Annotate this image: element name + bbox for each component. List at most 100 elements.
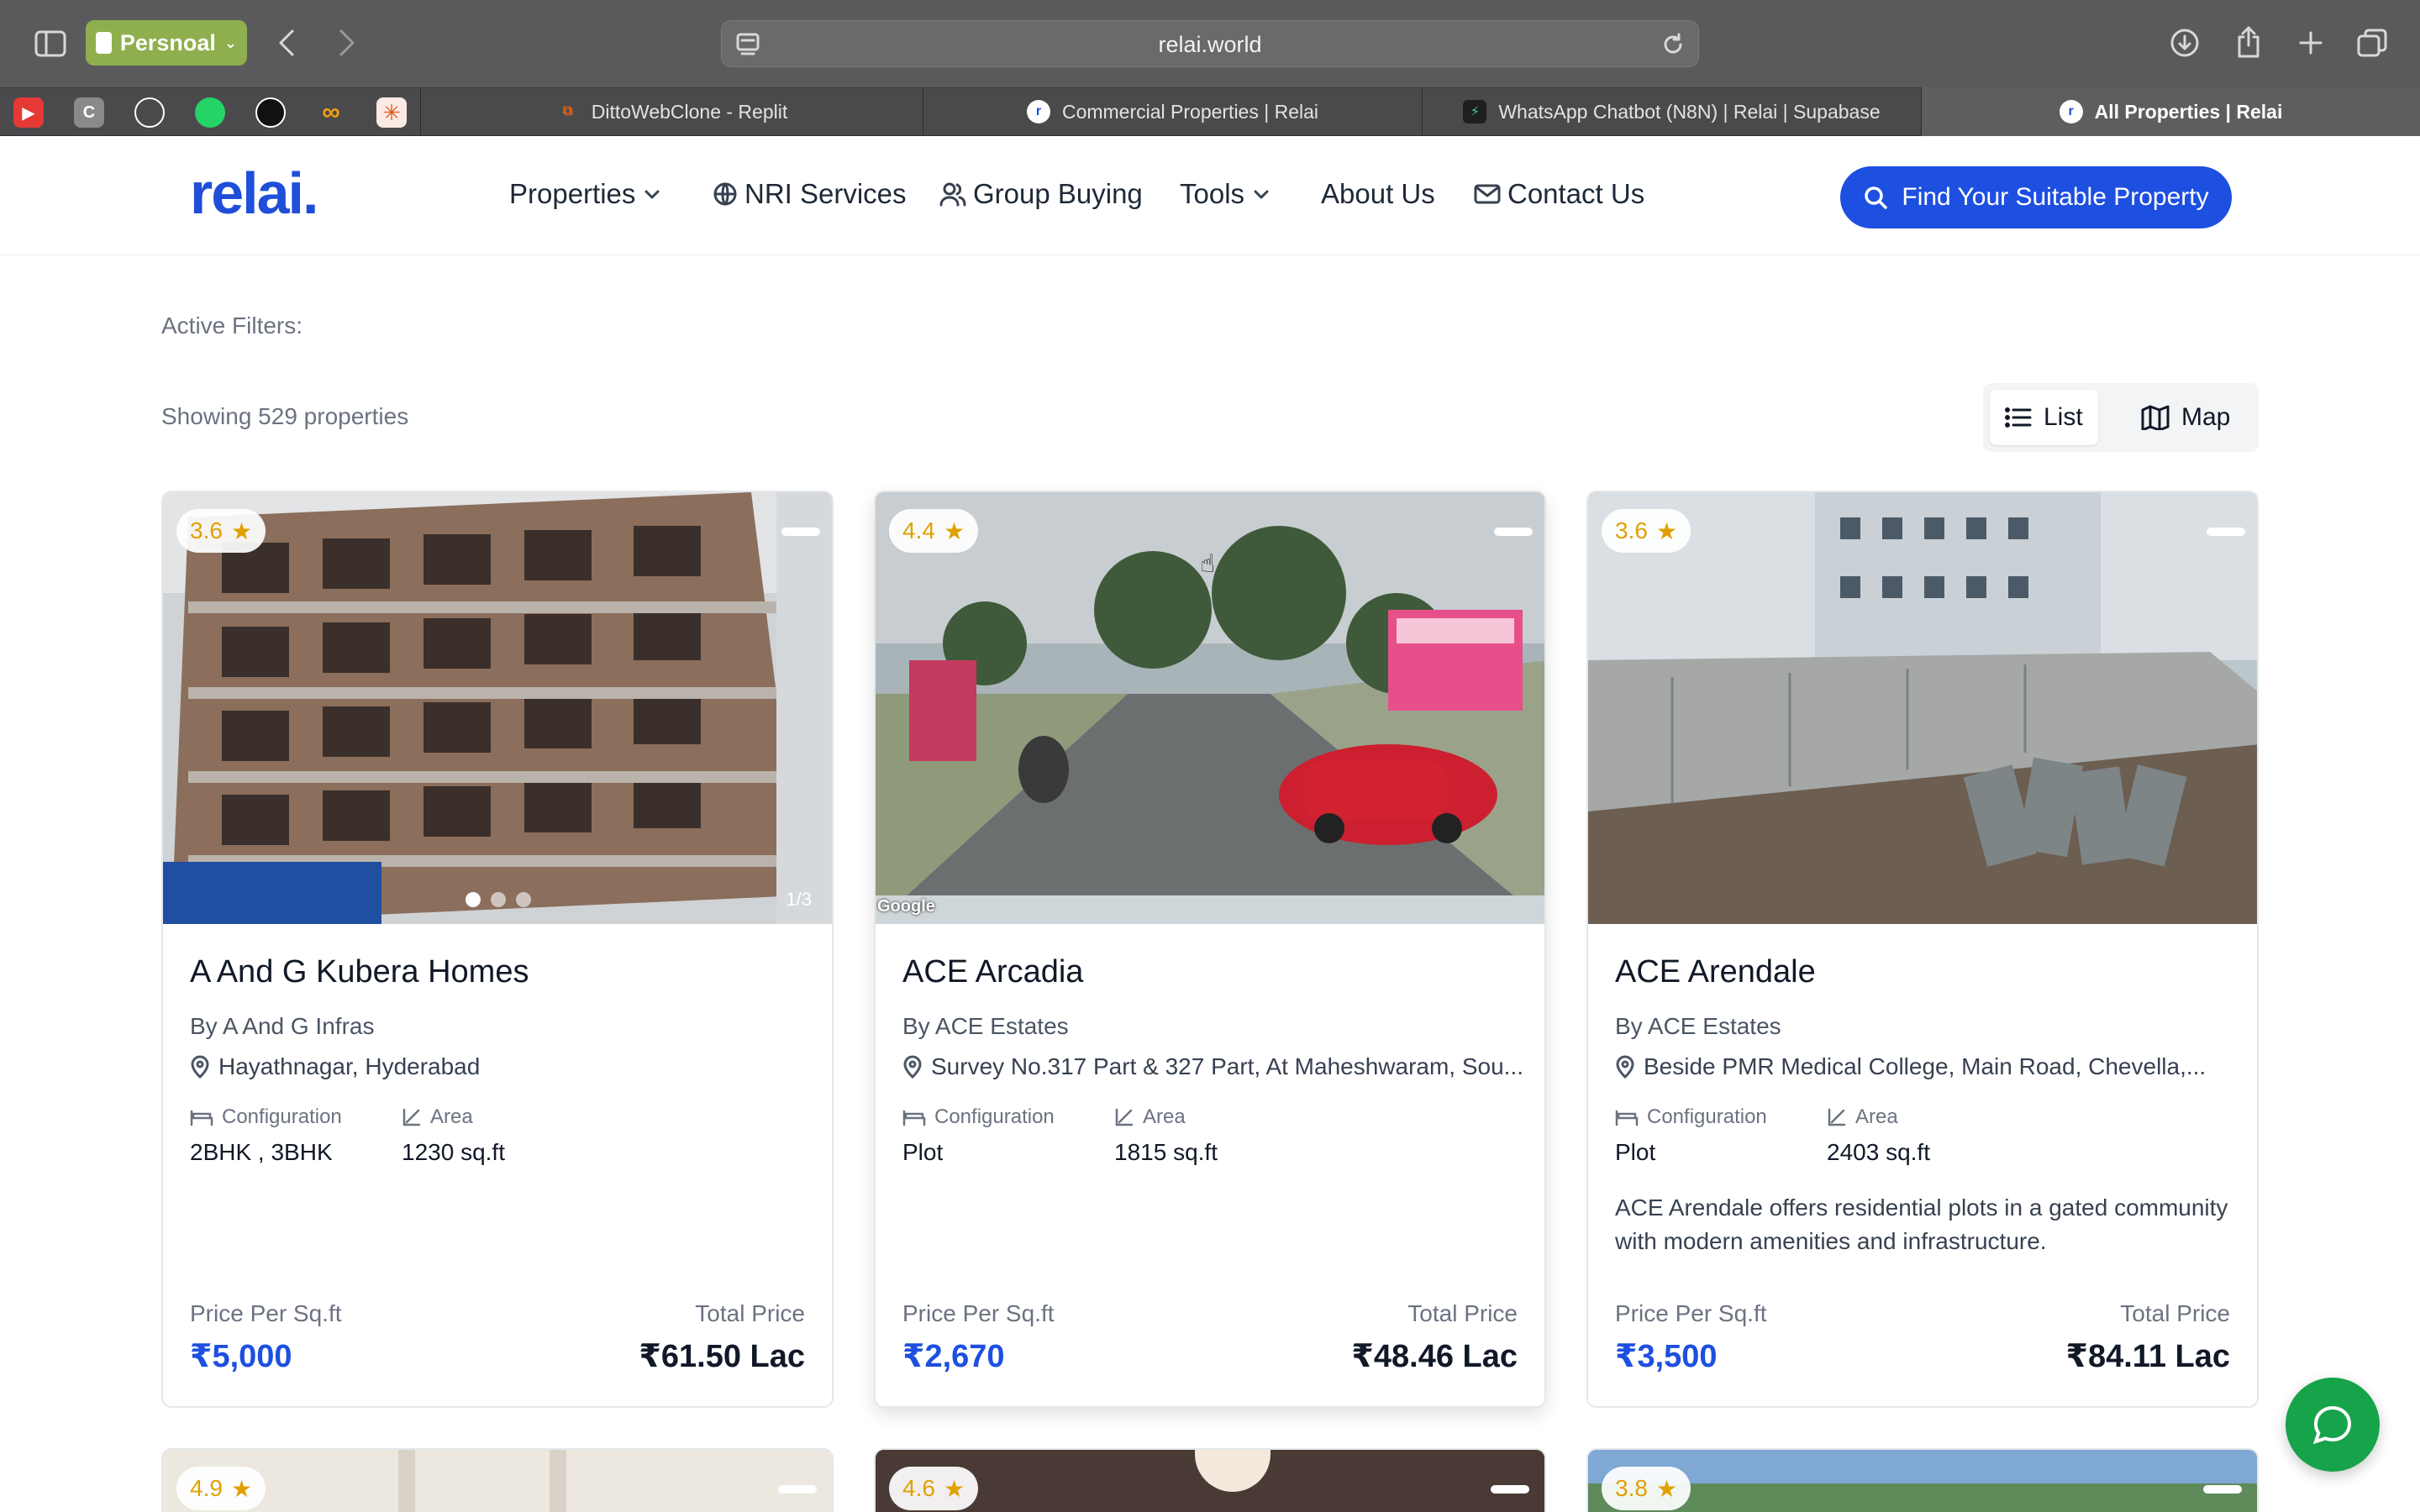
tab-all-properties[interactable]: r All Properties | Relai	[1921, 87, 2420, 136]
nav-contact-us[interactable]: Contact Us	[1474, 178, 1644, 210]
property-image[interactable]: 3.6 ★ 1/3	[163, 492, 832, 924]
c-icon[interactable]: C	[74, 97, 104, 128]
property-card[interactable]: 4.6 ★	[874, 1448, 1546, 1512]
configuration-label: Configuration	[902, 1105, 1055, 1129]
total-price-label: Total Price	[1407, 1300, 1518, 1326]
relai-logo[interactable]: relai.	[190, 160, 318, 227]
tab-commercial-properties[interactable]: r Commercial Properties | Relai	[923, 87, 1422, 136]
rating-value: 3.8	[1615, 1475, 1648, 1501]
relai-favicon: r	[1026, 100, 1050, 123]
area-label: Area	[402, 1105, 473, 1129]
star-icon: ★	[230, 517, 253, 544]
carousel-dot[interactable]	[491, 892, 506, 907]
favorite-indicator[interactable]	[1491, 1485, 1529, 1494]
builder-name: By ACE Estates	[1615, 1013, 1781, 1039]
tab-overview-icon[interactable]	[2354, 25, 2390, 60]
relai-favicon: r	[2059, 100, 2083, 123]
new-tab-icon[interactable]	[2294, 25, 2328, 60]
builder-name: By ACE Estates	[902, 1013, 1069, 1039]
configuration-value: Plot	[902, 1139, 944, 1165]
nav-group-buying[interactable]: Group Buying	[939, 178, 1143, 210]
area-label-text: Area	[430, 1105, 473, 1128]
nav-nri-services[interactable]: NRI Services	[713, 178, 907, 210]
property-image[interactable]: 3.6 ★	[1588, 492, 2257, 924]
price-per-sqft-value: ₹2,670	[902, 1339, 1005, 1374]
nav-about-us[interactable]: About Us	[1321, 178, 1435, 210]
location-text: Hayathnagar, Hyderabad	[218, 1053, 481, 1079]
carousel-dot[interactable]	[516, 892, 531, 907]
favorite-indicator[interactable]	[2203, 1485, 2242, 1494]
profile-icon	[96, 32, 112, 54]
tab-dittowebclone[interactable]: ⧉ DittoWebClone - Replit	[420, 87, 923, 136]
forward-icon[interactable]	[334, 25, 360, 60]
bed-icon	[1615, 1110, 1639, 1126]
nav-tools[interactable]: Tools	[1180, 178, 1271, 210]
area-label: Area	[1114, 1105, 1186, 1129]
find-property-button[interactable]: Find Your Suitable Property	[1840, 166, 2232, 228]
rating-value: 4.6	[902, 1475, 935, 1501]
property-card[interactable]: 4.9 ★	[161, 1448, 834, 1512]
map-pin-icon	[1616, 1055, 1634, 1079]
image-detail	[550, 1450, 566, 1512]
property-title[interactable]: ACE Arendale	[1615, 954, 1816, 990]
list-view-button[interactable]: List	[1990, 390, 2098, 445]
tab-label: Commercial Properties | Relai	[1061, 100, 1319, 123]
property-card[interactable]: 3.6 ★ 1/3 A And G Kubera Homes By A And …	[161, 491, 834, 1408]
whatsapp-icon[interactable]	[195, 97, 225, 128]
nav-properties[interactable]: Properties	[509, 178, 662, 210]
back-icon[interactable]	[274, 25, 299, 60]
property-card[interactable]: 3.6 ★ ACE Arendale By ACE Estates Beside…	[1586, 491, 2259, 1408]
reload-icon[interactable]	[1660, 31, 1686, 58]
property-title[interactable]: ACE Arcadia	[902, 954, 1083, 990]
chevron-down-icon	[1254, 190, 1269, 199]
property-title[interactable]: A And G Kubera Homes	[190, 954, 529, 990]
chat-button[interactable]	[2286, 1378, 2380, 1472]
cursor-hand-icon: ☝	[1200, 550, 1216, 578]
star-icon: ★	[943, 1475, 965, 1502]
map-view-button[interactable]: Map	[2126, 390, 2245, 445]
location-text: Beside PMR Medical College, Main Road, C…	[1644, 1053, 2207, 1079]
star-icon: ★	[1655, 1475, 1678, 1502]
location: Beside PMR Medical College, Main Road, C…	[1615, 1053, 2237, 1080]
star-icon: ★	[230, 1475, 253, 1502]
downloads-icon[interactable]	[2168, 25, 2202, 60]
property-card[interactable]: 3.8 ★	[1586, 1448, 2259, 1512]
nav-label: Group Buying	[973, 178, 1143, 209]
cta-label: Find Your Suitable Property	[1902, 183, 2209, 211]
github-icon[interactable]	[134, 97, 165, 128]
rating-value: 4.9	[190, 1475, 223, 1501]
nav-label: Properties	[509, 178, 636, 209]
sidebar-toggle-icon[interactable]	[34, 29, 67, 59]
profile-label: Persnoal	[119, 29, 216, 55]
price-per-sqft-value: ₹3,500	[1615, 1339, 1718, 1374]
carousel-dot[interactable]	[466, 892, 481, 907]
profile-switcher[interactable]: Persnoal ⌄	[86, 20, 247, 66]
chevron-down-icon: ⌄	[224, 34, 237, 51]
favorite-indicator[interactable]	[781, 528, 820, 536]
configuration-label: Configuration	[190, 1105, 342, 1129]
total-price-label: Total Price	[695, 1300, 805, 1326]
map-label: Map	[2181, 403, 2231, 431]
infinity-icon[interactable]: ∞	[316, 97, 346, 128]
results-count: Showing 529 properties	[161, 403, 409, 429]
favorite-indicator[interactable]	[1494, 528, 1533, 536]
rating-badge: 3.8 ★	[1602, 1467, 1691, 1510]
nav-label: About Us	[1321, 178, 1435, 209]
browser-toolbar: Persnoal ⌄ relai.world	[0, 0, 2420, 87]
star-icon: ★	[1655, 517, 1678, 544]
claude-icon[interactable]: ✳	[376, 97, 407, 128]
configuration-value: Plot	[1615, 1139, 1656, 1165]
tab-label: WhatsApp Chatbot (N8N) | Relai | Supabas…	[1498, 100, 1881, 123]
tab-whatsapp-chatbot[interactable]: ⚡ WhatsApp Chatbot (N8N) | Relai | Supab…	[1422, 87, 1921, 136]
openai-icon[interactable]	[255, 97, 286, 128]
rating-badge: 3.6 ★	[1602, 509, 1691, 553]
share-icon[interactable]	[2232, 24, 2265, 60]
favorite-indicator[interactable]	[778, 1485, 817, 1494]
address-bar[interactable]: relai.world	[721, 20, 1699, 67]
property-card[interactable]: 4.4 ★ Google ACE Arcadia By ACE Estates …	[874, 491, 1546, 1408]
favorite-indicator[interactable]	[2207, 528, 2245, 536]
price-per-sqft-value: ₹5,000	[190, 1339, 292, 1374]
active-filters-label: Active Filters:	[161, 312, 303, 339]
bed-icon	[902, 1110, 926, 1126]
youtube-icon[interactable]: ▶	[13, 97, 44, 128]
